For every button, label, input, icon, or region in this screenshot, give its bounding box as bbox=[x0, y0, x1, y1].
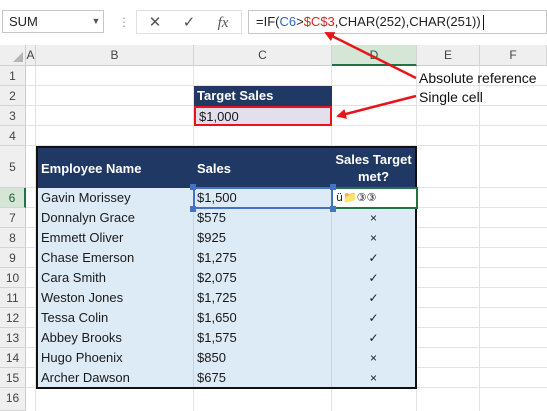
annotation-arrows bbox=[324, 31, 417, 119]
arrow-to-formula-ref bbox=[324, 31, 417, 80]
arrow-to-target-cell bbox=[336, 94, 417, 119]
